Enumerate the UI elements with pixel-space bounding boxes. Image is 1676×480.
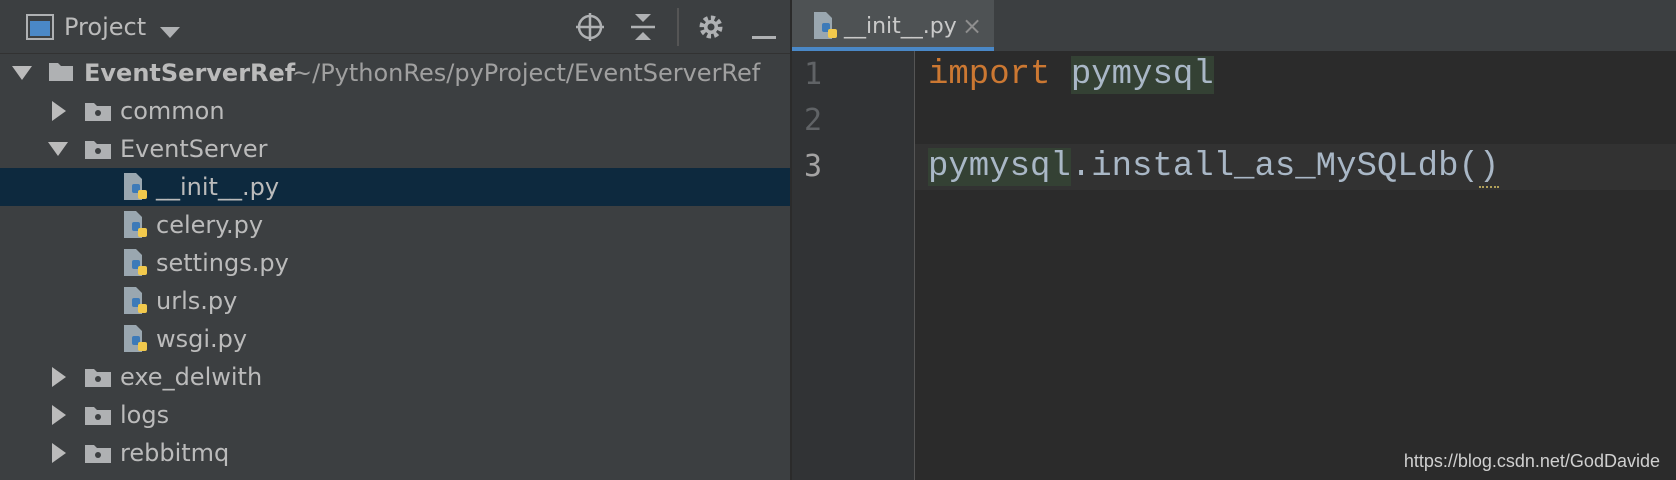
tree-item-rebbitmq[interactable]: rebbitmq: [0, 434, 790, 472]
header-separator: [677, 8, 679, 46]
module-reference: pymysql: [928, 148, 1071, 186]
tree-item-common[interactable]: common: [0, 92, 790, 130]
tree-item-logs[interactable]: logs: [0, 396, 790, 434]
gear-icon[interactable]: [696, 12, 726, 46]
expand-arrow-icon[interactable]: [52, 367, 66, 387]
editor-tab-label: __init__.py: [844, 14, 957, 39]
tree-item-exe-delwith[interactable]: exe_delwith: [0, 358, 790, 396]
collapse-arrow-icon[interactable]: [48, 142, 68, 156]
python-file-icon: [122, 210, 150, 244]
editor-area: __init__.py × 1 2 3 import pymysql pymys…: [792, 0, 1676, 480]
expand-arrow-icon[interactable]: [52, 443, 66, 463]
tree-item-init-py[interactable]: __init__.py: [0, 168, 790, 206]
locate-icon[interactable]: [575, 12, 605, 46]
folder-icon: [84, 442, 112, 468]
tree-item-label: exe_delwith: [120, 363, 263, 391]
line-number: 2: [804, 103, 823, 138]
python-file-icon: [122, 172, 150, 206]
editor-tab-init-py[interactable]: __init__.py ×: [792, 0, 994, 51]
tree-item-label: logs: [120, 401, 170, 429]
tree-item-label: settings.py: [156, 249, 289, 277]
python-file-icon: [122, 324, 150, 358]
project-panel-title[interactable]: Project: [64, 0, 146, 53]
dropdown-arrow-icon[interactable]: [160, 24, 180, 43]
tree-item-wsgi-py[interactable]: wsgi.py: [0, 320, 790, 358]
gutter-divider: [914, 51, 915, 480]
tree-item-label: urls.py: [156, 287, 238, 315]
minimize-icon[interactable]: [752, 25, 776, 44]
folder-icon: [84, 100, 112, 126]
folder-icon: [84, 366, 112, 392]
expand-arrow-icon[interactable]: [52, 405, 66, 425]
tree-item-label: celery.py: [156, 211, 264, 239]
project-panel-header: Project: [0, 0, 790, 54]
tree-item-celery-py[interactable]: celery.py: [0, 206, 790, 244]
tree-root-name: EventServerRef: [84, 59, 296, 87]
keyword-import: import: [928, 56, 1051, 94]
open-paren: (: [1458, 148, 1479, 186]
module-name: pymysql: [1070, 56, 1214, 94]
expand-arrow-icon[interactable]: [52, 101, 66, 121]
line-number: 1: [804, 57, 823, 92]
folder-icon: [84, 138, 112, 164]
project-view-icon[interactable]: [26, 14, 54, 44]
line-number: 3: [804, 149, 823, 184]
close-paren-warning: ): [1478, 148, 1500, 188]
code-line-3[interactable]: pymysql.install_as_MySQLdb(): [928, 144, 1500, 190]
tree-root-path: ~/PythonRes/pyProject/EventServerRef: [292, 59, 761, 87]
tree-item-label: wsgi.py: [156, 325, 248, 353]
folder-icon: [84, 404, 112, 430]
code-line-1[interactable]: import pymysql: [928, 52, 1214, 98]
tree-item-eventserver[interactable]: EventServer: [0, 130, 790, 168]
expand-arrow-icon[interactable]: [12, 66, 32, 80]
python-file-icon: [122, 248, 150, 282]
python-file-icon: [812, 11, 840, 45]
collapse-all-icon[interactable]: [630, 12, 656, 46]
tree-item-label: __init__.py: [156, 173, 280, 201]
tree-item-settings-py[interactable]: settings.py: [0, 244, 790, 282]
tree-item-label: common: [120, 97, 225, 125]
tree-item-urls-py[interactable]: urls.py: [0, 282, 790, 320]
tree-item-label: rebbitmq: [120, 439, 230, 467]
project-panel: Project EventServerRef ~/PythonRes/pyPro…: [0, 0, 790, 480]
tree-root-row[interactable]: EventServerRef ~/PythonRes/pyProject/Eve…: [0, 54, 790, 92]
editor-tab-bar: __init__.py ×: [792, 0, 1676, 51]
method-call: .install_as_MySQLdb: [1070, 148, 1459, 186]
watermark: https://blog.csdn.net/GodDavide: [1403, 451, 1660, 471]
python-file-icon: [122, 286, 150, 320]
tree-item-label: EventServer: [120, 135, 268, 163]
close-icon[interactable]: ×: [962, 0, 982, 53]
folder-icon: [48, 60, 74, 86]
ide-window: Project EventServerRef ~/PythonRes/pyPro…: [0, 0, 1676, 480]
